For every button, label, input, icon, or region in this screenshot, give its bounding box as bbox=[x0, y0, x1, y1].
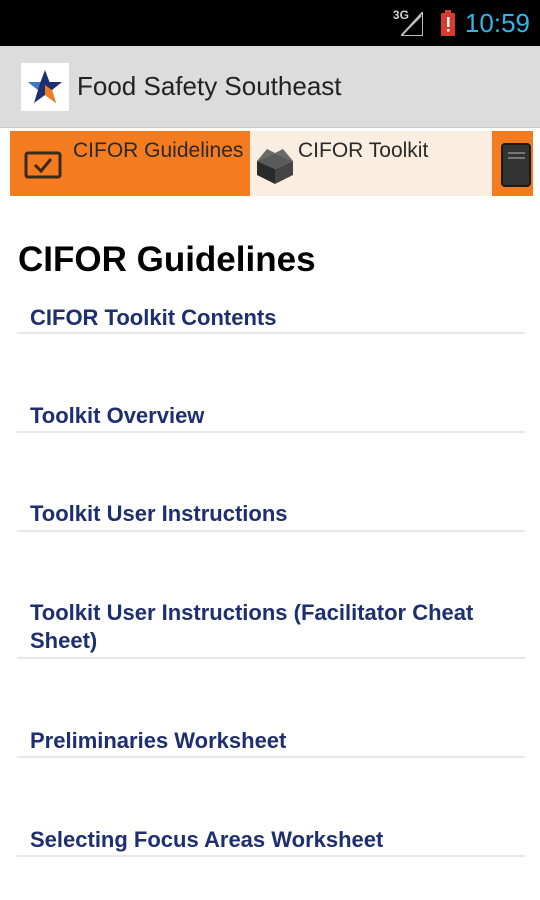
tab-label-guidelines: CIFOR Guidelines bbox=[73, 139, 244, 162]
box-icon bbox=[257, 149, 293, 184]
list-item[interactable]: Selecting Focus Areas Worksheet bbox=[17, 826, 525, 857]
app-logo[interactable] bbox=[21, 62, 69, 111]
list-item[interactable]: Toolkit Overview bbox=[17, 402, 525, 433]
clock: 10:59 bbox=[464, 7, 530, 38]
tab-cifor-toolkit[interactable]: CIFOR Toolkit bbox=[250, 131, 490, 196]
list-item[interactable]: Toolkit User Instructions bbox=[17, 500, 525, 532]
status-icons: 3G 10:59 bbox=[393, 0, 530, 46]
network-indicator: 3G bbox=[393, 8, 427, 38]
list-item[interactable]: Toolkit User Instructions (Facilitator C… bbox=[17, 599, 525, 659]
list-item-link[interactable]: Toolkit User Instructions bbox=[30, 500, 525, 528]
tab-book[interactable] bbox=[492, 131, 533, 196]
list-item-link[interactable]: Toolkit User Instructions (Facilitator C… bbox=[30, 599, 525, 655]
list-item[interactable]: Preliminaries Worksheet bbox=[17, 727, 525, 758]
signal-icon bbox=[400, 12, 423, 36]
list-item-link[interactable]: Preliminaries Worksheet bbox=[30, 727, 525, 755]
tab-strip: CIFOR Guidelines CIFOR Toolkit bbox=[10, 131, 533, 196]
tab-cifor-guidelines[interactable]: CIFOR Guidelines bbox=[10, 131, 250, 196]
checkbox-icon bbox=[24, 151, 62, 179]
status-bar: 3G 10:59 bbox=[0, 0, 540, 46]
list-item-link[interactable]: Toolkit Overview bbox=[30, 402, 525, 430]
list-item-link[interactable]: CIFOR Toolkit Contents bbox=[30, 304, 525, 332]
book-icon bbox=[501, 143, 531, 187]
star-icon bbox=[28, 69, 62, 103]
page-title: CIFOR Guidelines bbox=[18, 240, 316, 279]
tab-label-toolkit: CIFOR Toolkit bbox=[298, 139, 429, 162]
app-title: Food Safety Southeast bbox=[77, 71, 342, 101]
list-item-link[interactable]: Selecting Focus Areas Worksheet bbox=[30, 826, 525, 854]
app-bar: Food Safety Southeast bbox=[0, 46, 540, 128]
battery-icon bbox=[440, 10, 455, 36]
list-item[interactable]: CIFOR Toolkit Contents bbox=[17, 304, 525, 334]
